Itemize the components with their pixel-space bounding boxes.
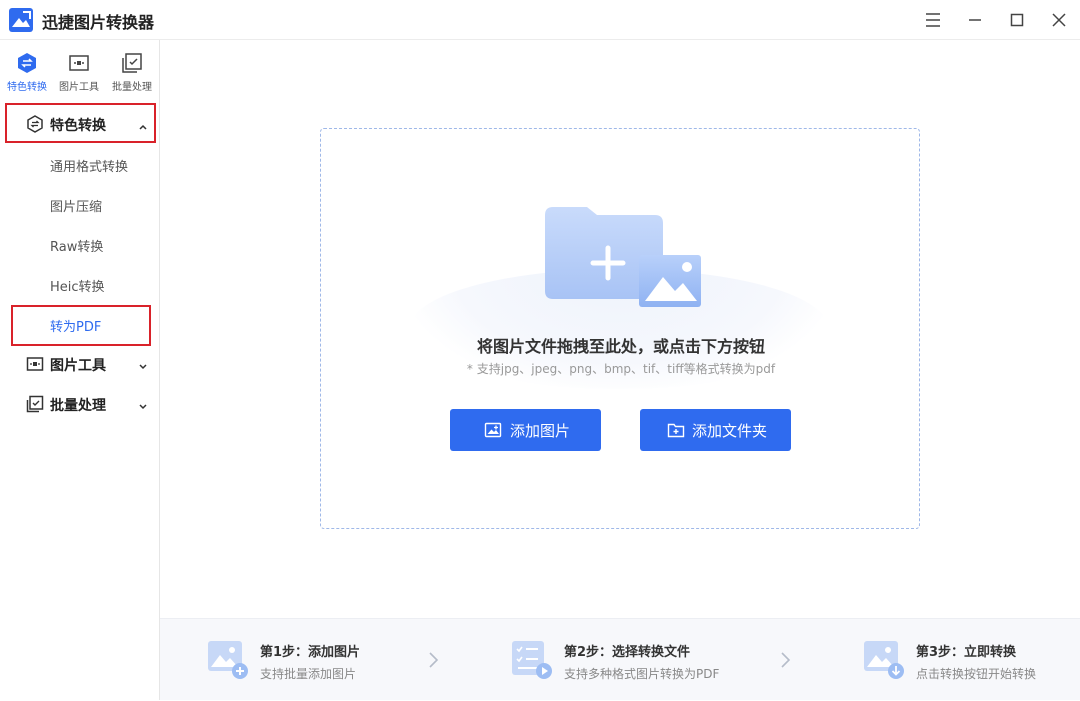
section-label: 批量处理	[50, 398, 106, 414]
chevron-down-icon	[137, 398, 149, 410]
add-folder-button[interactable]: 添加文件夹	[640, 409, 791, 451]
menu-icon[interactable]	[921, 8, 945, 32]
add-image-label: 添加图片	[510, 422, 571, 440]
step-desc: 点击转换按钮开始转换	[916, 667, 1037, 681]
drop-zone[interactable]: 将图片文件拖拽至此处，或点击下方按钮 * 支持jpg、jpeg、png、bmp、…	[320, 128, 920, 529]
step-desc: 支持多种格式图片转换为PDF	[564, 667, 720, 681]
topnav-special-convert[interactable]: 特色转换	[1, 52, 53, 93]
drop-zone-hint: * 支持jpg、jpeg、png、bmp、tif、tiff等格式转换为pdf	[466, 362, 776, 376]
chevron-down-icon	[137, 358, 149, 370]
sidebar-item-label: 转为PDF	[50, 320, 102, 335]
steps-bar: 第1步：添加图片 支持批量添加图片 第2步：选择转换文件 支持多种格式图片转换为…	[160, 618, 1080, 700]
convert-step-icon	[864, 641, 904, 679]
step-title: 第3步：立即转换	[916, 645, 1017, 660]
add-image-step-icon	[208, 641, 248, 679]
chevron-up-icon	[137, 118, 149, 130]
sidebar-item-to-pdf[interactable]: 转为PDF	[0, 304, 160, 344]
drop-zone-title: 将图片文件拖拽至此处，或点击下方按钮	[476, 337, 765, 356]
chevron-right-icon	[427, 651, 441, 669]
sidebar-item-label: 通用格式转换	[50, 160, 129, 175]
step-desc: 支持批量添加图片	[260, 667, 357, 681]
topnav-image-tools[interactable]: 图片工具	[53, 52, 105, 93]
image-tools-icon	[26, 355, 44, 373]
close-icon[interactable]	[1047, 8, 1071, 32]
step-1: 第1步：添加图片 支持批量添加图片	[208, 619, 428, 701]
topnav-label: 批量处理	[112, 82, 152, 93]
add-image-button[interactable]: 添加图片	[450, 409, 601, 451]
step-2: 第2步：选择转换文件 支持多种格式图片转换为PDF	[512, 619, 772, 701]
section-batch[interactable]: 批量处理	[0, 384, 160, 424]
section-special-convert[interactable]: 特色转换	[0, 104, 160, 144]
sidebar-item-general-convert[interactable]: 通用格式转换	[0, 144, 160, 184]
section-image-tools[interactable]: 图片工具	[0, 344, 160, 384]
sidebar: 特色转换 图片工具 批量处理 特色转换 通用格式转换 图片压缩 Raw转换 He…	[0, 40, 160, 700]
section-label: 特色转换	[50, 118, 106, 134]
app-logo-icon	[9, 8, 33, 32]
step-3: 第3步：立即转换 点击转换按钮开始转换	[864, 619, 1074, 701]
add-folder-icon	[667, 421, 685, 439]
topnav-label: 图片工具	[59, 82, 99, 93]
step-title: 第2步：选择转换文件	[564, 645, 691, 660]
section-label: 图片工具	[50, 358, 106, 374]
title-bar: 迅捷图片转换器	[0, 0, 1080, 40]
top-nav: 特色转换 图片工具 批量处理	[0, 40, 160, 96]
folder-add-illustration-icon	[543, 205, 703, 309]
convert-icon	[26, 115, 44, 133]
topnav-batch[interactable]: 批量处理	[106, 52, 158, 93]
sidebar-item-label: Raw转换	[50, 240, 104, 255]
add-image-icon	[484, 421, 502, 439]
select-files-step-icon	[512, 641, 552, 679]
step-title: 第1步：添加图片	[260, 645, 361, 660]
convert-icon	[16, 52, 38, 74]
app-title: 迅捷图片转换器	[42, 13, 155, 32]
add-folder-label: 添加文件夹	[692, 422, 768, 440]
batch-icon	[26, 395, 44, 413]
chevron-right-icon	[779, 651, 793, 669]
maximize-icon[interactable]	[1005, 8, 1029, 32]
sidebar-item-heic[interactable]: Heic转换	[0, 264, 160, 304]
sidebar-item-label: Heic转换	[50, 280, 105, 295]
sidebar-item-raw[interactable]: Raw转换	[0, 224, 160, 264]
image-tools-icon	[68, 52, 90, 74]
sidebar-item-compress[interactable]: 图片压缩	[0, 184, 160, 224]
minimize-icon[interactable]	[963, 8, 987, 32]
batch-icon	[121, 52, 143, 74]
sidebar-item-label: 图片压缩	[50, 200, 103, 215]
topnav-label: 特色转换	[7, 82, 47, 93]
